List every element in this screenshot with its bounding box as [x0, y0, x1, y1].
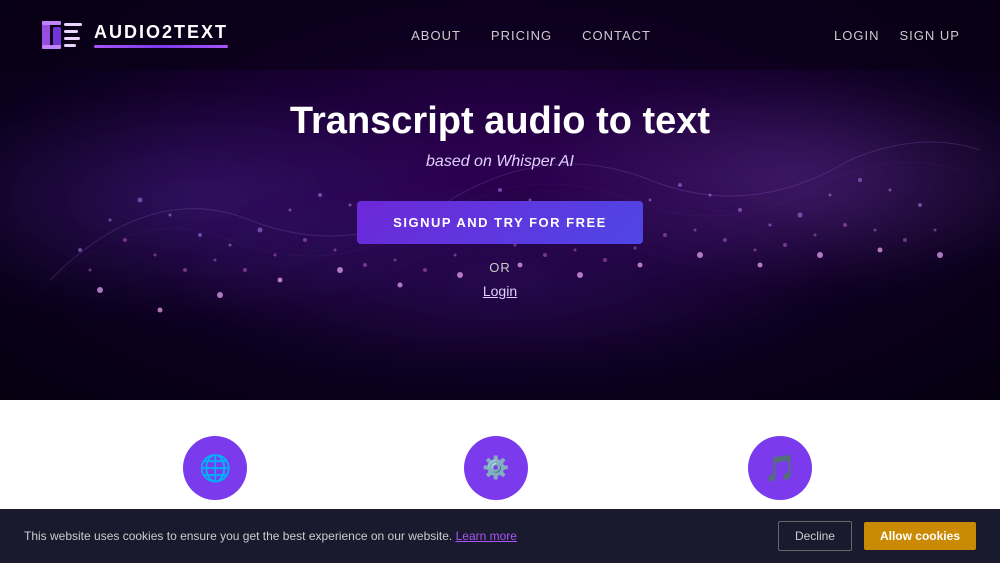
feature-openai-icon: ⚙️: [464, 436, 528, 500]
hero-login-link[interactable]: Login: [483, 283, 517, 299]
hero-or-text: OR: [290, 260, 710, 275]
nav-about[interactable]: ABOUT: [411, 28, 461, 43]
cookie-text: This website uses cookies to ensure you …: [24, 529, 766, 543]
nav-login[interactable]: LOGIN: [834, 28, 879, 43]
logo[interactable]: AUDIO2TEXT: [40, 13, 228, 57]
navbar: AUDIO2TEXT ABOUT PRICING CONTACT LOGIN S…: [0, 0, 1000, 70]
cookie-allow-button[interactable]: Allow cookies: [864, 522, 976, 550]
hero-subtitle: based on Whisper AI: [290, 153, 710, 171]
nav-contact[interactable]: CONTACT: [582, 28, 651, 43]
feature-accuracy-icon: 🌐: [183, 436, 247, 500]
brand-name: AUDIO2TEXT: [94, 22, 228, 43]
hero-content: Transcript audio to text based on Whispe…: [290, 100, 710, 301]
nav-links: ABOUT PRICING CONTACT: [411, 28, 651, 43]
cta-signup-button[interactable]: SIGNUP AND TRY FOR FREE: [357, 201, 643, 244]
cookie-learn-more-link[interactable]: Learn more: [456, 529, 517, 543]
feature-multiformat-icon: 🎵: [748, 436, 812, 500]
cookie-banner: This website uses cookies to ensure you …: [0, 509, 1000, 563]
logo-underline: [94, 45, 228, 48]
nav-auth: LOGIN SIGN UP: [834, 28, 960, 43]
logo-icon: [40, 13, 84, 57]
hero-title: Transcript audio to text: [290, 100, 710, 143]
nav-signup[interactable]: SIGN UP: [900, 28, 960, 43]
cookie-decline-button[interactable]: Decline: [778, 521, 852, 551]
nav-pricing[interactable]: PRICING: [491, 28, 552, 43]
